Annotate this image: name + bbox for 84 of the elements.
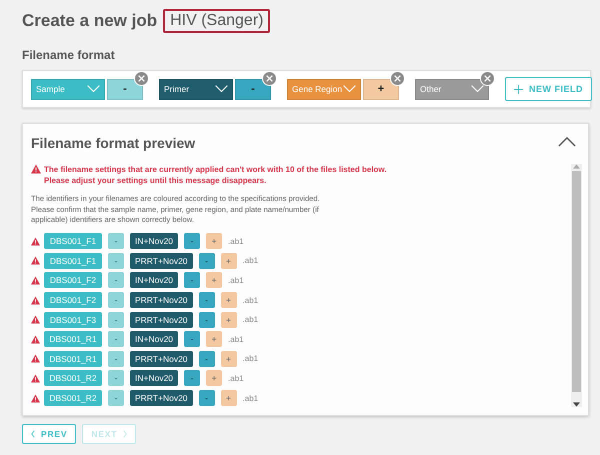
identifier-chip: PRRT+Nov20 (130, 252, 193, 269)
identifier-chip: - (198, 252, 215, 269)
separator-field[interactable]: - (235, 78, 271, 100)
field-dropdown[interactable]: Primer (159, 78, 233, 100)
chevron-down-icon (215, 85, 228, 93)
identifier-chip: - (198, 312, 215, 328)
identifier-chip: DBS001_R1 (44, 350, 102, 367)
identifier-chip: - (184, 370, 200, 386)
identifier-chip: DBS001_R1 (44, 331, 102, 348)
scrollbar[interactable] (571, 164, 582, 407)
new-field-button[interactable]: NEW FIELD (505, 77, 592, 101)
close-icon[interactable] (390, 70, 405, 86)
file-extension: .ab1 (242, 256, 258, 266)
identifier-chip: + (220, 252, 237, 269)
chevron-down-icon (471, 85, 484, 93)
close-icon[interactable] (134, 70, 149, 86)
plus-icon (514, 84, 523, 94)
identifier-chip: DBS001_F1 (44, 252, 102, 269)
identifier-chip: - (108, 312, 124, 328)
identifier-chip: DBS001_F2 (44, 292, 102, 308)
identifier-chip: - (198, 390, 215, 406)
file-extension: .ab1 (228, 236, 244, 246)
close-icon[interactable] (262, 70, 277, 86)
identifier-chip: DBS001_F3 (44, 312, 102, 328)
field-dropdown[interactable]: Sample (31, 78, 105, 100)
close-icon[interactable] (480, 70, 495, 86)
identifier-chip: IN+Nov20 (130, 272, 178, 288)
job-type-label: HIV (Sanger) (163, 9, 270, 33)
chevron-icon (558, 137, 576, 147)
scroll-down-icon[interactable] (573, 402, 580, 407)
identifier-chip: + (206, 233, 222, 250)
page-title: Create a new job (22, 11, 158, 31)
separator-field[interactable]: - (107, 78, 143, 100)
identifier-chip: - (108, 233, 124, 250)
file-extension: .ab1 (228, 276, 244, 285)
warning-icon (31, 164, 41, 174)
identifier-chip: PRRT+Nov20 (130, 350, 193, 367)
identifier-chip: DBS001_R2 (44, 390, 102, 406)
identifier-chip: - (184, 331, 200, 348)
chevron-right-icon (123, 430, 128, 438)
chevron-left-icon (31, 430, 35, 438)
identifier-chip: - (108, 331, 124, 348)
identifier-chip: + (220, 350, 237, 367)
identifier-chip: + (206, 331, 222, 348)
file-extension: .ab1 (242, 394, 258, 403)
identifier-chip: - (108, 350, 124, 367)
separator-field[interactable]: + (363, 78, 399, 100)
identifier-chip: - (198, 350, 215, 367)
section-heading: Filename format (22, 48, 116, 62)
identifier-chip: - (184, 272, 200, 288)
identifier-chip: DBS001_R2 (44, 370, 102, 386)
card-title: Filename format preview (31, 135, 196, 151)
identifier-chip: + (220, 312, 237, 328)
chevron-down-icon (87, 85, 100, 93)
identifier-chip: + (220, 292, 237, 308)
identifier-chip: DBS001_F1 (44, 233, 102, 250)
identifier-chip: - (108, 252, 124, 269)
identifier-chip: DBS001_F2 (44, 272, 102, 288)
file-extension: .ab1 (228, 334, 244, 344)
identifier-chip: + (220, 390, 237, 406)
identifier-chip: PRRT+Nov20 (130, 292, 193, 308)
file-extension: .ab1 (242, 296, 258, 305)
identifier-chip: IN+Nov20 (130, 370, 178, 386)
identifier-chip: + (206, 370, 222, 386)
chevron-down-icon (343, 85, 356, 93)
identifier-chip: - (108, 272, 124, 288)
identifier-chip: - (108, 390, 124, 406)
identifier-chip: - (184, 233, 200, 250)
file-extension: .ab1 (242, 354, 258, 364)
scroll-up-icon[interactable] (573, 164, 580, 169)
identifier-chip: IN+Nov20 (130, 331, 178, 348)
identifier-chip: + (206, 272, 222, 288)
field-dropdown[interactable]: Other (415, 78, 489, 100)
identifier-chip: IN+Nov20 (130, 233, 178, 250)
identifier-chip: - (108, 292, 124, 308)
file-extension: .ab1 (242, 315, 258, 324)
error-message: The filename settings that are currently applied can't work with 10 of the files listed below. Please adjust your settings until this message disappears. (44, 164, 387, 186)
field-dropdown[interactable]: Gene Region (287, 78, 361, 100)
identifier-chip: - (198, 292, 215, 308)
file-extension: .ab1 (228, 374, 244, 383)
identifier-chip: - (108, 370, 124, 386)
identifier-chip: PRRT+Nov20 (130, 390, 193, 406)
prev-button[interactable]: PREV (22, 424, 76, 444)
identifier-chip: PRRT+Nov20 (130, 312, 193, 328)
